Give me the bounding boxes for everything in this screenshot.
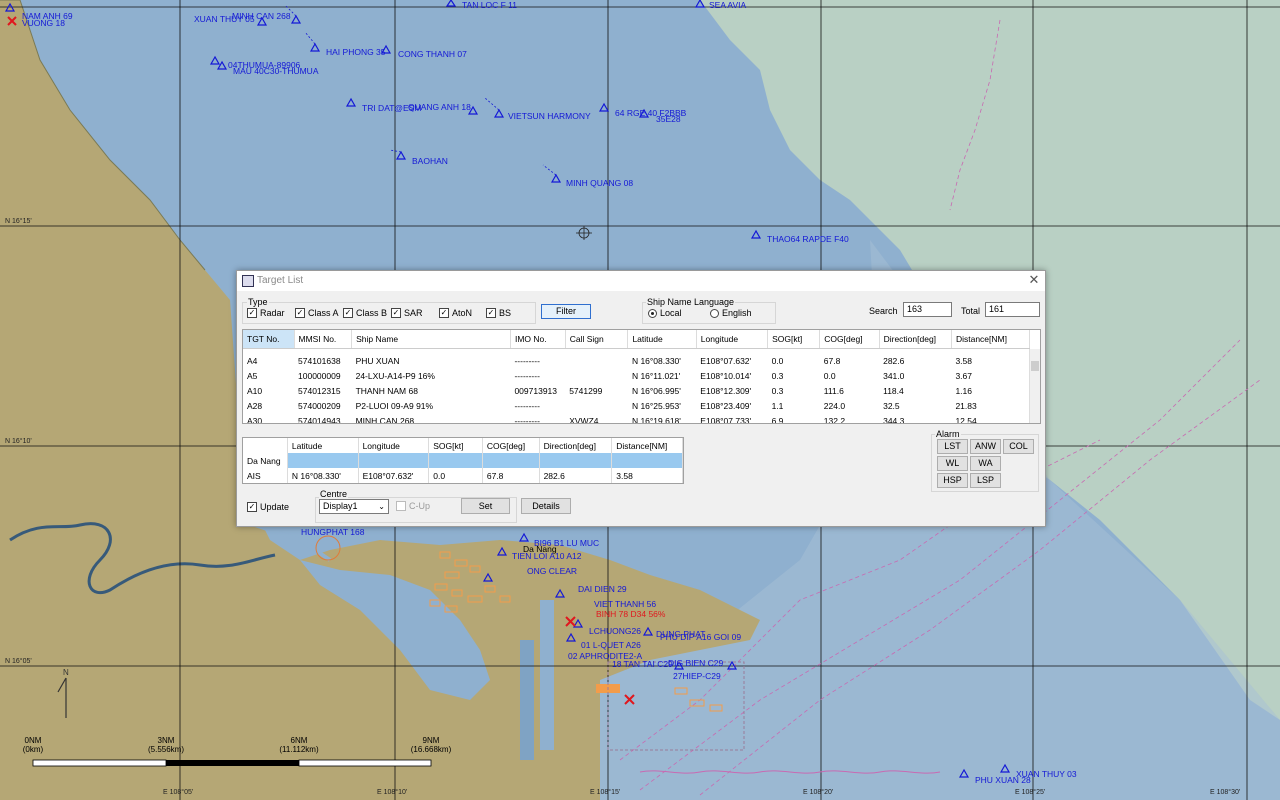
- table-row[interactable]: A4 574101638 PHU XUAN --------- N 16°08.330'…: [243, 353, 1030, 368]
- cup-checkbox[interactable]: C-Up: [396, 501, 430, 511]
- col-cog[interactable]: COG[deg]: [819, 330, 880, 349]
- alarm-wl-button[interactable]: WL: [937, 456, 968, 471]
- dialog-titlebar[interactable]: Target List ✕: [237, 271, 1045, 291]
- aton-checkbox[interactable]: ✓ AtoN: [439, 308, 472, 318]
- details-button[interactable]: Details: [521, 498, 571, 514]
- lon-label-108-05: E 108°05': [163, 789, 194, 796]
- scrollbar-thumb[interactable]: [1031, 361, 1039, 371]
- vessel-label[interactable]: VIET THANH 56: [594, 599, 656, 609]
- vessel-label[interactable]: 01 L-QUET A26: [581, 640, 641, 650]
- vessel-label[interactable]: THAO64 RAPDE F40: [767, 234, 849, 244]
- alarm-anw-button[interactable]: ANW: [970, 439, 1001, 454]
- vessel-label[interactable]: TIEN LOI A10 A12: [512, 551, 581, 561]
- position-row-ais[interactable]: AIS N 16°08.330' E108°07.632' 0.0 67.8 282.6 3…: [243, 468, 683, 483]
- alarm-lsp-button[interactable]: LSP: [970, 473, 1001, 488]
- dialog-title: Target List: [257, 275, 304, 286]
- close-icon[interactable]: ✕: [1027, 273, 1041, 287]
- ship-name-language-label: Ship Name Language: [646, 297, 736, 307]
- position-header: Latitude Longitude SOG[kt] COG[deg] Dire…: [243, 438, 683, 453]
- scale-mark-0: 0NM (0km): [22, 736, 44, 754]
- col-sog[interactable]: SOG[kt]: [767, 330, 821, 349]
- centre-label: Centre: [319, 489, 349, 499]
- lon-label-108-25: E 108°25': [1015, 789, 1046, 796]
- lon-label-108-30: E 108°30': [1210, 789, 1241, 796]
- type-group-label: Type: [247, 297, 269, 307]
- table-row[interactable]: A28 574000209 P2-LUOI 09-A9 91% --------- N …: [243, 398, 1030, 413]
- lat-label-16-10: N 16°10': [5, 438, 32, 445]
- target-list-dialog: Target List ✕ Type ✓ Radar ✓ Class A ✓ Clas…: [236, 270, 1046, 527]
- vessel-label[interactable]: HAI PHONG 35: [326, 47, 386, 57]
- vessel-label[interactable]: QUANG ANH 18: [408, 102, 471, 112]
- alarm-hsp-button[interactable]: HSP: [937, 473, 968, 488]
- col-distance[interactable]: Distance[NM]: [951, 330, 1031, 349]
- col-mmsi[interactable]: MMSI No.: [294, 330, 353, 349]
- col-imo[interactable]: IMO No.: [510, 330, 566, 349]
- radar-checkbox[interactable]: ✓ Radar: [247, 308, 285, 318]
- alarm-label: Alarm: [935, 429, 961, 439]
- vessel-label[interactable]: 35E28: [656, 114, 681, 124]
- table-row[interactable]: A5 100000009 24-LXU-A14-P9 16% --------- N 1…: [243, 368, 1030, 383]
- vessel-label[interactable]: 18 TAN TAI C29: [612, 659, 673, 669]
- target-table[interactable]: TGT No. MMSI No. Ship Name IMO No. Call …: [242, 329, 1041, 424]
- sar-checkbox[interactable]: ✓ SAR: [391, 308, 423, 318]
- english-radio[interactable]: English: [710, 308, 752, 318]
- total-label: Total: [961, 306, 981, 316]
- north-label: N: [63, 668, 69, 677]
- col-ship-name[interactable]: Ship Name: [351, 330, 511, 349]
- position-row-reference[interactable]: Da Nang: [243, 453, 683, 468]
- vessel-label[interactable]: VIETSUN HARMONY: [508, 111, 591, 121]
- vessel-label[interactable]: HUNGPHAT 168: [301, 527, 364, 537]
- vessel-label[interactable]: SEA AVIA: [709, 0, 746, 10]
- table-row[interactable]: A10 574012315 THANH NAM 68 009713913 5741299…: [243, 383, 1030, 398]
- vessel-label-alarm[interactable]: BINH 78 D34 56%: [596, 609, 665, 619]
- app-icon: [242, 275, 254, 287]
- search-label: Search: [869, 306, 898, 316]
- vessel-label[interactable]: PHU DIP A16 GOI 09: [660, 632, 741, 642]
- vessel-label[interactable]: DIG BIEN C29: [668, 658, 723, 668]
- scale-mark-3: 3NM (5.556km): [147, 736, 184, 754]
- alarm-col-button[interactable]: COL: [1003, 439, 1034, 454]
- centre-select[interactable]: Display1 ⌄: [319, 499, 389, 514]
- col-call-sign[interactable]: Call Sign: [565, 330, 629, 349]
- vessel-label[interactable]: MINH CAN 268: [232, 11, 291, 21]
- vessel-label[interactable]: BAOHAN: [412, 156, 448, 166]
- class-b-checkbox[interactable]: ✓ Class B: [343, 308, 387, 318]
- col-longitude[interactable]: Longitude: [696, 330, 769, 349]
- col-direction[interactable]: Direction[deg]: [879, 330, 952, 349]
- alarm-wa-button[interactable]: WA: [970, 456, 1001, 471]
- bs-checkbox[interactable]: ✓ BS: [486, 308, 511, 318]
- vessel-label[interactable]: DAI DIEN 29: [578, 584, 627, 594]
- total-field: 161: [985, 302, 1040, 317]
- update-checkbox[interactable]: ✓ Update: [247, 502, 289, 512]
- table-scrollbar[interactable]: [1029, 349, 1040, 423]
- col-latitude[interactable]: Latitude: [627, 330, 697, 349]
- vessel-label[interactable]: CONG THANH 07: [398, 49, 467, 59]
- lon-label-108-10: E 108°10': [377, 789, 408, 796]
- col-tgt-no[interactable]: TGT No.: [243, 330, 295, 349]
- vessel-label[interactable]: VUONG 18: [22, 18, 65, 28]
- set-button[interactable]: Set: [461, 498, 510, 514]
- scale-mark-9: 9NM (16.668km): [410, 736, 452, 754]
- vessel-label[interactable]: LCHUONG26: [589, 626, 641, 636]
- local-radio[interactable]: Local: [648, 308, 682, 318]
- lon-label-108-20: E 108°20': [803, 789, 834, 796]
- vessel-label[interactable]: TAN LOC F 11: [462, 0, 517, 10]
- vessel-label[interactable]: 27HIEP-C29: [673, 671, 721, 681]
- vessel-label[interactable]: ONG CLEAR: [527, 566, 577, 576]
- chevron-down-icon: ⌄: [378, 502, 385, 511]
- alarm-lst-button[interactable]: LST: [937, 439, 968, 454]
- search-input[interactable]: 163: [903, 302, 952, 317]
- class-a-checkbox[interactable]: ✓ Class A: [295, 308, 339, 318]
- filter-button[interactable]: Filter: [541, 304, 591, 319]
- lat-label-16-05: N 16°05': [5, 658, 32, 665]
- lat-label-16-15: N 16°15': [5, 218, 32, 225]
- table-row[interactable]: A30 574014943 MINH CAN 268 --------- XVWZ4 N …: [243, 413, 1030, 424]
- vessel-label[interactable]: MAU 40C30-THUMUA: [233, 66, 319, 76]
- scale-mark-6: 6NM (11.112km): [279, 736, 319, 754]
- lon-label-108-15: E 108°15': [590, 789, 621, 796]
- table-header: TGT No. MMSI No. Ship Name IMO No. Call …: [243, 330, 1031, 349]
- vessel-label[interactable]: MINH QUANG 08: [566, 178, 633, 188]
- position-table[interactable]: Latitude Longitude SOG[kt] COG[deg] Dire…: [242, 437, 684, 484]
- vessel-label[interactable]: XUAN THUY 03: [1016, 769, 1077, 779]
